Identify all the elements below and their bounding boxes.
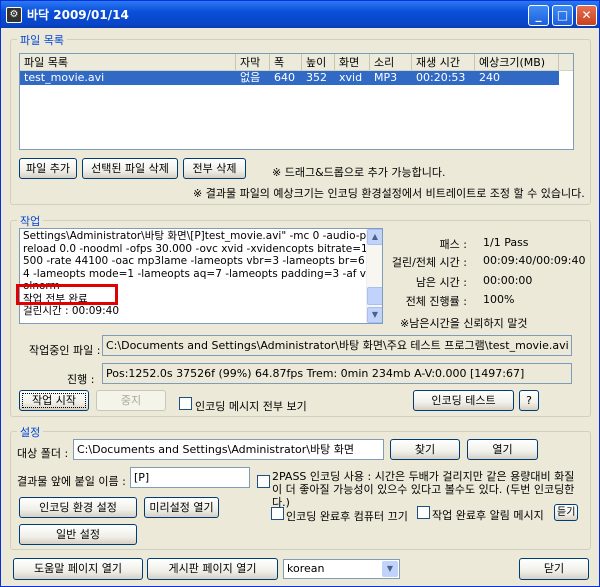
main-window: ⚙ 바닥 2009/01/14 _ □ ✕ 파일 목록 파일 목록 자막 폭 높… bbox=[0, 0, 600, 587]
target-folder-field[interactable]: C:\Documents and Settings\Administrator\… bbox=[73, 439, 384, 460]
elapsed-label: 걸린/전체 시간 : bbox=[391, 256, 467, 269]
cell-video: xvid bbox=[335, 71, 370, 85]
language-value: korean bbox=[287, 562, 325, 575]
file-list-legend: 파일 목록 bbox=[17, 32, 67, 48]
encoding-test-button[interactable]: 인코딩 테스트 bbox=[413, 390, 514, 411]
maximize-button[interactable]: □ bbox=[552, 5, 573, 26]
column-height[interactable]: 높이 bbox=[302, 54, 335, 70]
cell-size: 240 bbox=[475, 71, 559, 85]
help-button[interactable]: ? bbox=[519, 390, 539, 411]
current-file-label: 작업중인 파일 : bbox=[29, 344, 101, 357]
prefix-field[interactable]: [P] bbox=[130, 467, 250, 488]
notify-label[interactable]: 작업 완료후 알림 메시지 bbox=[432, 507, 544, 523]
elapsed-value: 00:09:40/00:09:40 bbox=[483, 254, 586, 267]
column-subtitle[interactable]: 자막 bbox=[236, 54, 270, 70]
drag-drop-note: ※ 드래그&드롭으로 추가 가능합니다. bbox=[272, 166, 446, 179]
table-row[interactable]: test_movie.avi 없음 640 352 xvid MP3 00:20… bbox=[20, 71, 573, 85]
current-file-field[interactable]: C:\Documents and Settings\Administrator\… bbox=[102, 335, 572, 356]
column-duration[interactable]: 재생 시간 bbox=[412, 54, 475, 70]
file-list-view[interactable]: 파일 목록 자막 폭 높이 화면 소리 재생 시간 예상크기(MB) test_… bbox=[19, 53, 574, 150]
column-filename[interactable]: 파일 목록 bbox=[20, 54, 236, 70]
job-legend: 작업 bbox=[17, 213, 44, 229]
language-select[interactable]: korean ▼ bbox=[283, 559, 400, 579]
shutdown-checkbox[interactable] bbox=[271, 507, 284, 520]
dialog-close-button[interactable]: 닫기 bbox=[519, 558, 589, 580]
progress-label: 전체 진행률 : bbox=[405, 295, 467, 308]
scroll-down-icon[interactable]: ▼ bbox=[367, 307, 382, 323]
cell-subtitle: 없음 bbox=[236, 71, 270, 85]
minimize-button[interactable]: _ bbox=[528, 5, 549, 26]
prefix-label: 결과물 앞에 붙일 이름 : bbox=[17, 475, 126, 488]
twopass-label[interactable]: 2PASS 인코딩 사용 : 시간은 두배가 걸리지만 같은 용량대비 화질이 … bbox=[272, 470, 582, 509]
encoding-settings-button[interactable]: 인코딩 환경 설정 bbox=[19, 497, 137, 518]
target-folder-label: 대상 폴더 : bbox=[17, 447, 69, 460]
delete-selected-button[interactable]: 선택된 파일 삭제 bbox=[82, 158, 178, 179]
title-bar[interactable]: ⚙ 바닥 2009/01/14 _ □ ✕ bbox=[1, 1, 599, 28]
stop-button[interactable]: 중지 bbox=[96, 390, 166, 411]
show-all-messages-label[interactable]: 인코딩 메시지 전부 보기 bbox=[195, 398, 307, 414]
remaining-value: 00:00:00 bbox=[483, 274, 533, 287]
file-list-header: 파일 목록 자막 폭 높이 화면 소리 재생 시간 예상크기(MB) bbox=[20, 54, 573, 71]
close-button[interactable]: ✕ bbox=[576, 5, 597, 26]
add-file-button[interactable]: 파일 추가 bbox=[19, 158, 77, 179]
show-all-messages-checkbox[interactable] bbox=[179, 397, 192, 410]
status-field[interactable]: Pos:1252.0s 37526f (99%) 64.87fps Trem: … bbox=[102, 363, 572, 384]
chevron-down-icon[interactable]: ▼ bbox=[382, 561, 398, 577]
column-audio[interactable]: 소리 bbox=[370, 54, 412, 70]
progress-value: 100% bbox=[483, 293, 515, 306]
help-page-button[interactable]: 도움말 페이지 열기 bbox=[13, 558, 143, 580]
remaining-note: ※남은시간을 신뢰하지 말것 bbox=[400, 317, 528, 330]
column-size[interactable]: 예상크기(MB) bbox=[475, 54, 559, 70]
column-width[interactable]: 폭 bbox=[270, 54, 302, 70]
app-icon[interactable]: ⚙ bbox=[6, 6, 22, 23]
highlight-box bbox=[16, 284, 118, 305]
status-label: 진행 : bbox=[67, 373, 95, 386]
cell-filename: test_movie.avi bbox=[20, 71, 236, 85]
pass-value: 1/1 Pass bbox=[483, 236, 529, 249]
cell-height: 352 bbox=[302, 71, 335, 85]
window-title: 바닥 2009/01/14 bbox=[27, 8, 129, 22]
general-settings-button[interactable]: 일반 설정 bbox=[19, 524, 137, 545]
board-page-button[interactable]: 게시판 페이지 열기 bbox=[147, 558, 278, 580]
remaining-label: 남은 시간 : bbox=[415, 276, 467, 289]
pass-label: 패스 : bbox=[439, 238, 467, 251]
settings-legend: 설정 bbox=[17, 424, 44, 440]
cell-width: 640 bbox=[270, 71, 302, 85]
open-folder-button[interactable]: 열기 bbox=[467, 439, 538, 460]
preset-open-button[interactable]: 미리설정 열기 bbox=[144, 497, 219, 518]
size-note: ※ 결과물 파일의 예상크기는 인코딩 환경설정에서 비트레이트로 조정 할 수… bbox=[193, 187, 585, 200]
column-video[interactable]: 화면 bbox=[335, 54, 370, 70]
delete-all-button[interactable]: 전부 삭제 bbox=[183, 158, 246, 179]
twopass-checkbox[interactable] bbox=[257, 475, 270, 488]
notify-checkbox[interactable] bbox=[417, 506, 430, 519]
browse-button[interactable]: 찾기 bbox=[390, 439, 460, 460]
shutdown-label[interactable]: 인코딩 완료후 컴퓨터 끄기 bbox=[286, 508, 408, 524]
cell-audio: MP3 bbox=[370, 71, 412, 85]
start-button[interactable]: 작업 시작 bbox=[19, 390, 89, 411]
encoding-log[interactable]: Settings\Administrator\바탕 화면\[P]test_mov… bbox=[19, 228, 383, 324]
notify-listen-button[interactable]: 듣기 bbox=[554, 504, 578, 521]
cell-duration: 00:20:53 bbox=[412, 71, 475, 85]
